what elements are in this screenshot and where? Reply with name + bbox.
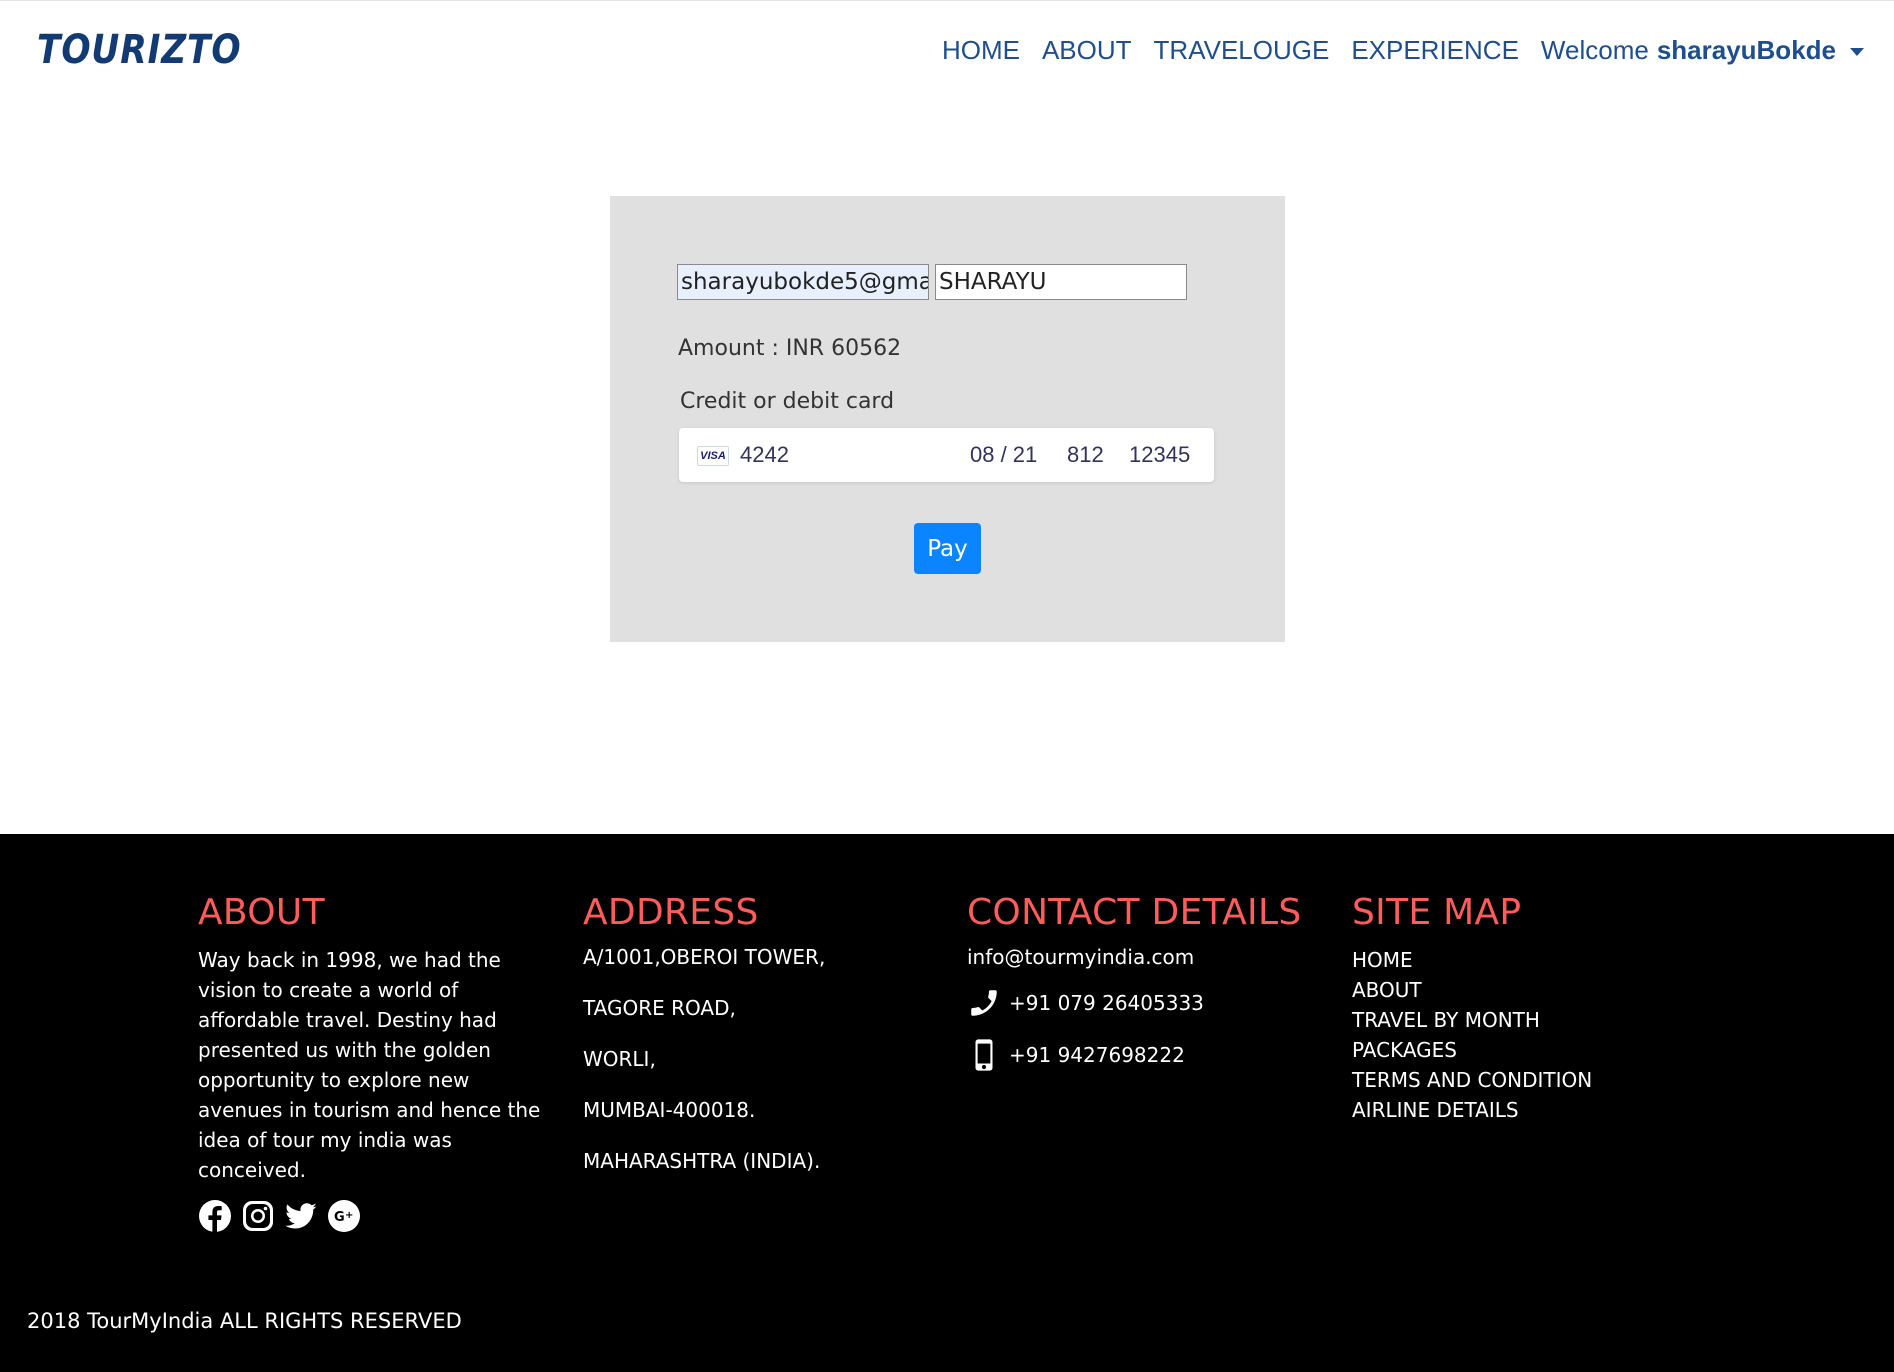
about-text: Way back in 1998, we had the vision to c… [198, 948, 541, 1182]
card-number-field[interactable]: 4242 [740, 442, 789, 468]
nav-travelouge[interactable]: TRAVELOUGE [1154, 35, 1330, 66]
footer-address: ADDRESS A/1001,OBEROI TOWER, TAGORE ROAD… [583, 892, 825, 1188]
address-line: MUMBAI-400018. [583, 1098, 756, 1122]
contact-phone-row: +91 079 26405333 [967, 985, 1301, 1021]
footer-about: ABOUT Way back in 1998, we had the visio… [198, 892, 558, 1185]
card-cvc-field[interactable]: 812 [1067, 442, 1104, 468]
footer-contact: CONTACT DETAILS info@tourmyindia.com +91… [967, 892, 1301, 1073]
pay-button[interactable]: Pay [914, 523, 981, 574]
sitemap-heading: SITE MAP [1352, 892, 1522, 933]
nav-experience[interactable]: EXPERIENCE [1351, 35, 1519, 66]
address-line: TAGORE ROAD, [583, 996, 736, 1020]
svg-text:+: + [345, 1210, 353, 1221]
username: sharayuBokde [1656, 35, 1836, 65]
visa-icon: VISA [697, 446, 729, 466]
phone-icon [967, 985, 1003, 1021]
navbar: TOURIZTO HOME ABOUT TRAVELOUGE EXPERIENC… [0, 0, 1894, 100]
contact-mobile-row: +91 9427698222 [967, 1037, 1301, 1073]
sitemap-travel-by-month[interactable]: TRAVEL BY MONTH [1352, 1005, 1592, 1035]
welcome-text: Welcome [1540, 35, 1649, 65]
address-line: WORLI, [583, 1047, 656, 1071]
card-label: Credit or debit card [680, 389, 895, 414]
sitemap-list: HOME ABOUT TRAVEL BY MONTH PACKAGES TERM… [1352, 945, 1592, 1125]
card-input[interactable]: VISA 4242 08 / 21 812 12345 [679, 428, 1214, 482]
card-expiry-field[interactable]: 08 / 21 [970, 442, 1037, 468]
address-heading: ADDRESS [583, 892, 759, 933]
contact-heading: CONTACT DETAILS [967, 892, 1302, 933]
facebook-icon[interactable] [198, 1199, 232, 1233]
address-line: MAHARASHTRA (INDIA). [583, 1149, 821, 1173]
nav-about[interactable]: ABOUT [1042, 35, 1132, 66]
amount-text: Amount : INR 60562 [678, 336, 902, 361]
sitemap-about[interactable]: ABOUT [1352, 975, 1592, 1005]
twitter-icon[interactable] [284, 1199, 318, 1233]
footer-sitemap: SITE MAP HOME ABOUT TRAVEL BY MONTH PACK… [1352, 892, 1592, 1125]
about-heading: ABOUT [198, 892, 325, 933]
email-field[interactable]: sharayubokde5@gmail.co [677, 264, 929, 300]
sitemap-home[interactable]: HOME [1352, 945, 1592, 975]
card-zip-field[interactable]: 12345 [1129, 442, 1190, 468]
instagram-icon[interactable] [241, 1199, 275, 1233]
contact-email[interactable]: info@tourmyindia.com [967, 945, 1301, 969]
copyright: 2018 TourMyIndia ALL RIGHTS RESERVED [27, 1309, 462, 1333]
name-field[interactable]: SHARAYU [935, 264, 1187, 300]
sitemap-terms[interactable]: TERMS AND CONDITION [1352, 1065, 1592, 1095]
google-plus-icon[interactable]: G + [327, 1199, 361, 1233]
sitemap-airline-details[interactable]: AIRLINE DETAILS [1352, 1095, 1592, 1125]
caret-down-icon [1850, 47, 1864, 56]
footer: ABOUT Way back in 1998, we had the visio… [0, 834, 1894, 1372]
brand-logo[interactable]: TOURIZTO [37, 27, 241, 73]
address-line: A/1001,OBEROI TOWER, [583, 945, 826, 969]
mobile-phone-icon [967, 1037, 1003, 1073]
contact-mobile: +91 9427698222 [1009, 1043, 1185, 1067]
nav-home[interactable]: HOME [942, 35, 1020, 66]
payment-panel: sharayubokde5@gmail.co SHARAYU Amount : … [610, 196, 1285, 642]
user-dropdown[interactable]: Welcome sharayuBokde [1541, 35, 1864, 66]
sitemap-packages[interactable]: PACKAGES [1352, 1035, 1592, 1065]
social-links: G + [198, 1199, 370, 1233]
contact-phone: +91 079 26405333 [1009, 991, 1204, 1015]
nav-links: HOME ABOUT TRAVELOUGE EXPERIENCE Welcome… [920, 35, 1864, 66]
svg-text:G: G [334, 1210, 345, 1225]
